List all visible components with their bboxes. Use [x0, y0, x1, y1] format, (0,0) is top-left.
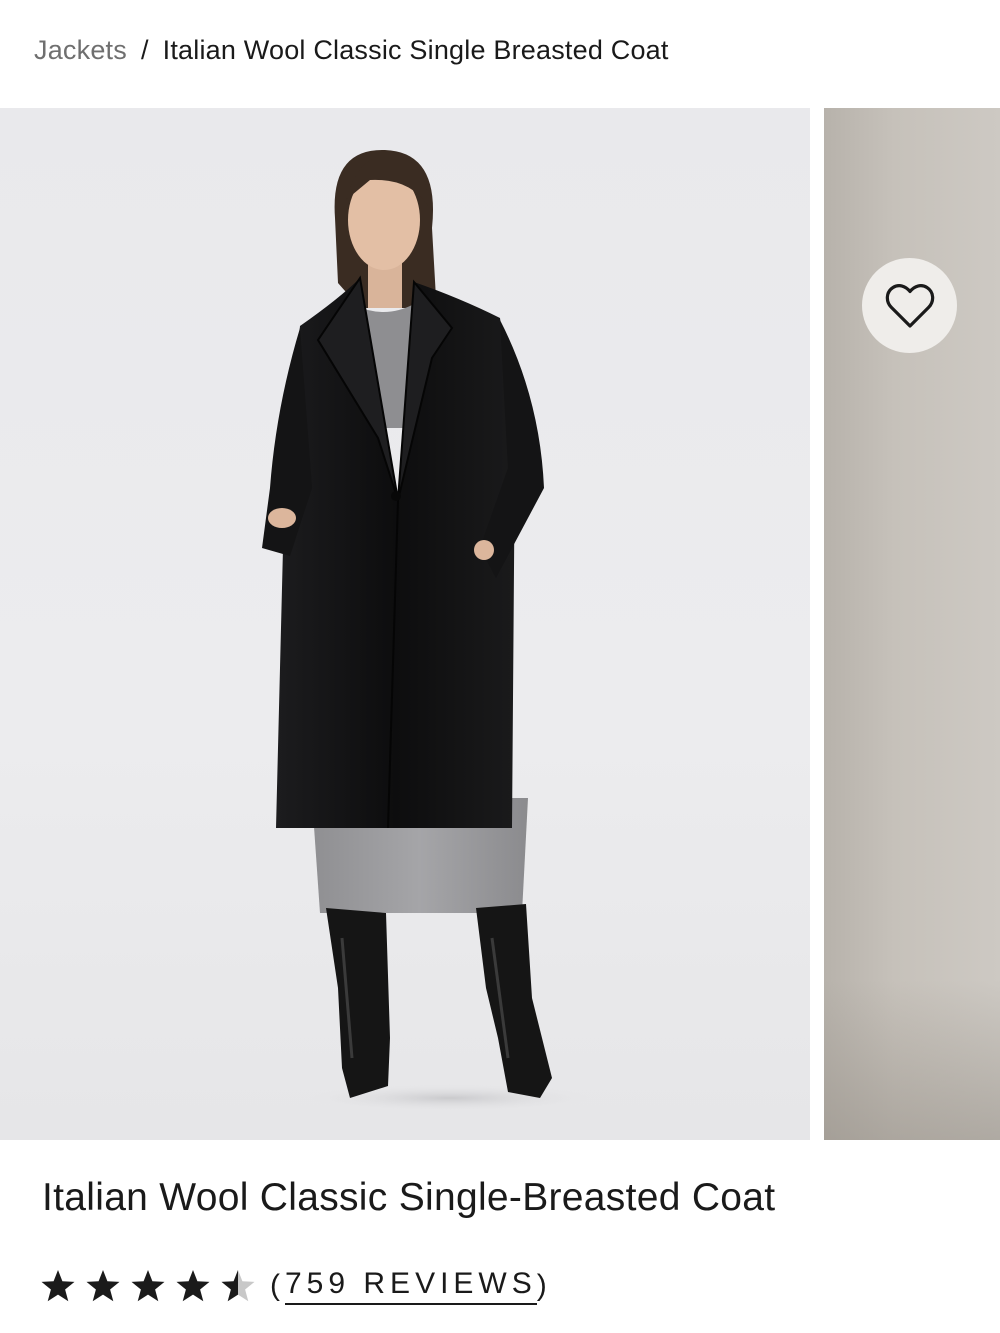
reviews-link[interactable]: ( 759 REVIEWS ) [270, 1267, 552, 1305]
breadcrumb: Jackets / Italian Wool Classic Single Br… [34, 30, 669, 70]
star-full-icon [130, 1269, 166, 1303]
product-photo [262, 149, 600, 1112]
breadcrumb-separator: / [140, 34, 149, 65]
star-full-icon [40, 1269, 76, 1303]
product-image-next-shade [824, 980, 1000, 1140]
star-half-icon [220, 1269, 256, 1303]
star-full-icon [85, 1269, 121, 1303]
heart-outline-icon [885, 283, 934, 328]
reviews-count: 759 REVIEWS [285, 1267, 537, 1305]
reviews-paren-close: ) [536, 1269, 552, 1302]
star-full-icon [175, 1269, 211, 1303]
product-rating: ( 759 REVIEWS ) [40, 1264, 552, 1308]
product-image-main[interactable] [0, 108, 810, 1140]
product-title: Italian Wool Classic Single-Breasted Coa… [42, 1176, 776, 1219]
reviews-paren-open: ( [270, 1269, 285, 1302]
star-rating [40, 1269, 256, 1303]
breadcrumb-current: Italian Wool Classic Single Breasted Coa… [162, 34, 669, 65]
favorite-button[interactable] [862, 258, 957, 353]
product-image-gallery[interactable] [0, 108, 1000, 1140]
breadcrumb-link-jackets[interactable]: Jackets [34, 35, 127, 66]
